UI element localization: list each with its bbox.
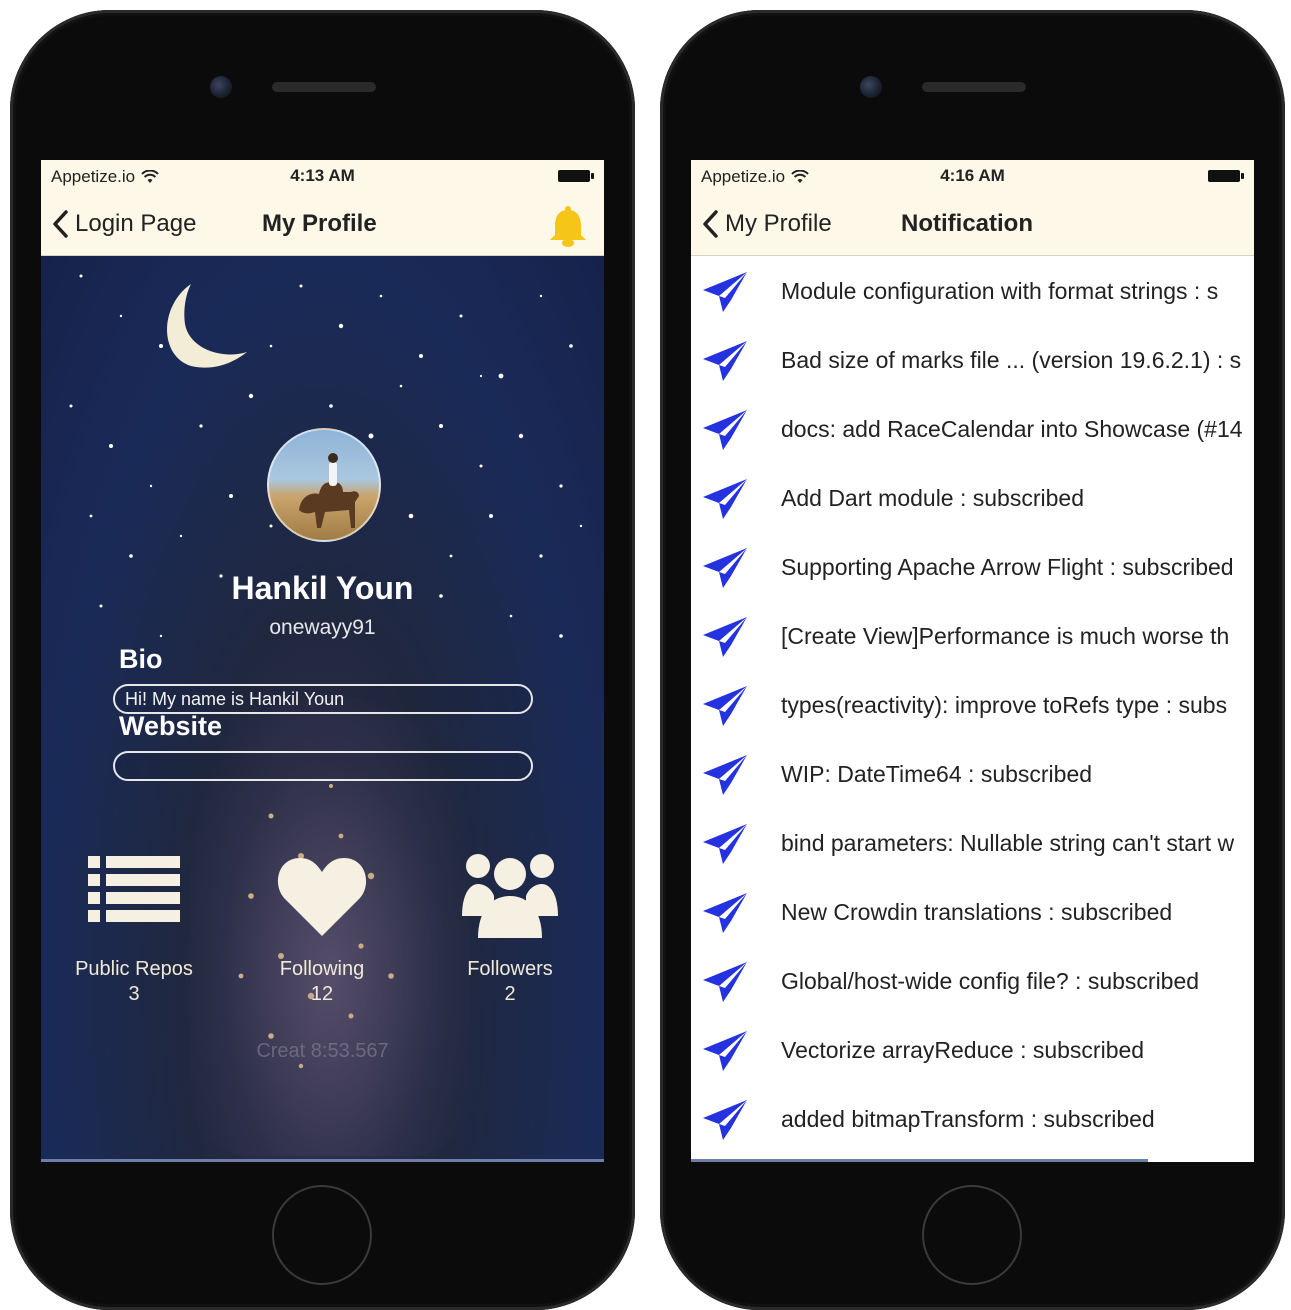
notification-text: New Crowdin translations : subscribed — [781, 899, 1173, 925]
page-title: My Profile — [262, 210, 377, 237]
paper-plane-icon — [703, 961, 747, 1002]
profile-login: onewayy91 — [269, 616, 376, 639]
paper-plane-icon — [703, 892, 747, 933]
chevron-left-icon — [703, 210, 718, 238]
following-count: 12 — [310, 983, 334, 1005]
camel-photo-illustration — [299, 453, 359, 528]
page-title: Notification — [901, 210, 1033, 237]
notification-item[interactable]: Bad size of marks file ... (version 19.6… — [691, 326, 1254, 395]
notification-item[interactable]: New Crowdin translations : subscribed — [691, 878, 1254, 947]
front-camera — [860, 76, 882, 98]
bio-label: Bio — [119, 644, 163, 674]
paper-plane-icon — [703, 340, 747, 381]
back-button[interactable]: My Profile — [701, 192, 832, 256]
notification-item[interactable]: [Create View]Performance is much worse t… — [691, 602, 1254, 671]
notification-item[interactable]: Supporting Apache Arrow Flight : subscri… — [691, 533, 1254, 602]
following-stat[interactable]: Following 12 — [237, 850, 407, 1006]
notification-item[interactable]: Vectorize arrayReduce : subscribed — [691, 1016, 1254, 1085]
public-repos-stat[interactable]: Public Repos 3 — [49, 850, 219, 1006]
public-repos-label: Public Repos — [75, 958, 193, 980]
earpiece-speaker — [272, 82, 376, 92]
notification-item[interactable]: Global/host-wide config file? : subscrib… — [691, 947, 1254, 1016]
back-button-label: My Profile — [725, 210, 832, 237]
bio-field[interactable]: Hi! My name is Hankil Youn — [113, 684, 533, 714]
profile-screen: Appetize.io 4:13 AM Login Page My Profil… — [41, 160, 604, 1162]
website-field[interactable] — [113, 751, 533, 781]
navigation-bar: My Profile Notification — [691, 192, 1254, 256]
notification-text: added bitmapTransform : subscribed — [781, 1106, 1155, 1132]
notification-text: Add Dart module : subscribed — [781, 485, 1084, 511]
paper-plane-icon — [703, 271, 747, 312]
public-repos-count: 3 — [128, 983, 140, 1005]
paper-plane-icon — [703, 409, 747, 450]
paper-plane-icon — [703, 685, 747, 726]
followers-stat[interactable]: Followers 2 — [425, 850, 595, 1006]
notification-list: Module configuration with format strings… — [691, 257, 1254, 1162]
scroll-indicator — [691, 1159, 1148, 1162]
battery-icon — [558, 170, 594, 182]
following-label: Following — [279, 958, 365, 980]
website-label: Website — [119, 711, 223, 741]
front-camera — [210, 76, 232, 98]
bell-icon[interactable] — [546, 204, 590, 248]
paper-plane-icon — [703, 1099, 747, 1140]
phone-frame-notification: Appetize.io 4:16 AM My Profile Notificat… — [660, 10, 1285, 1310]
notification-item[interactable]: bind parameters: Nullable string can't s… — [691, 809, 1254, 878]
chevron-left-icon — [53, 210, 68, 238]
notification-text: Module configuration with format strings… — [781, 278, 1219, 304]
phone-frame-profile: Appetize.io 4:13 AM Login Page My Profil… — [10, 10, 635, 1310]
notification-text: Global/host-wide config file? : subscrib… — [781, 968, 1200, 994]
battery-icon — [1208, 170, 1244, 182]
notification-text: Vectorize arrayReduce : subscribed — [781, 1037, 1145, 1063]
followers-count: 2 — [504, 983, 516, 1005]
clock: 4:16 AM — [940, 166, 1005, 185]
avatar[interactable] — [267, 428, 381, 542]
heart-icon — [277, 858, 367, 936]
notification-item[interactable]: Add Dart module : subscribed — [691, 464, 1254, 533]
notification-text: WIP: DateTime64 : subscribed — [781, 761, 1093, 787]
notification-text: types(reactivity): improve toRefs type :… — [781, 692, 1228, 718]
notification-item[interactable]: Module configuration with format strings… — [691, 257, 1254, 326]
home-button[interactable] — [272, 1185, 372, 1285]
paper-plane-icon — [703, 547, 747, 588]
notification-screen: Appetize.io 4:16 AM My Profile Notificat… — [691, 160, 1254, 1162]
created-at-text: Creat 8:53.567 — [256, 1040, 389, 1062]
notification-text: docs: add RaceCalendar into Showcase (#1… — [781, 416, 1243, 442]
paper-plane-icon — [703, 616, 747, 657]
earpiece-speaker — [922, 82, 1026, 92]
notification-item[interactable]: WIP: DateTime64 : subscribed — [691, 740, 1254, 809]
status-bar: Appetize.io 4:13 AM — [41, 160, 604, 192]
status-bar: Appetize.io 4:16 AM — [691, 160, 1254, 192]
notification-text: Bad size of marks file ... (version 19.6… — [781, 347, 1242, 373]
paper-plane-icon — [703, 823, 747, 864]
notification-text: bind parameters: Nullable string can't s… — [781, 830, 1235, 856]
followers-label: Followers — [467, 958, 553, 980]
paper-plane-icon — [703, 478, 747, 519]
notification-item[interactable]: types(reactivity): improve toRefs type :… — [691, 671, 1254, 740]
back-button-label: Login Page — [75, 210, 197, 237]
navigation-bar: Login Page My Profile — [41, 192, 604, 256]
notification-item[interactable]: docs: add RaceCalendar into Showcase (#1… — [691, 395, 1254, 464]
back-button[interactable]: Login Page — [51, 192, 196, 256]
users-icon — [462, 854, 558, 938]
paper-plane-icon — [703, 1030, 747, 1071]
notification-item[interactable]: added bitmapTransform : subscribed — [691, 1085, 1254, 1154]
clock: 4:13 AM — [290, 166, 355, 185]
list-icon — [88, 856, 180, 922]
home-button[interactable] — [922, 1185, 1022, 1285]
notification-text: [Create View]Performance is much worse t… — [781, 623, 1230, 649]
scroll-indicator — [41, 1159, 604, 1162]
notification-text: Supporting Apache Arrow Flight : subscri… — [781, 554, 1234, 580]
paper-plane-icon — [703, 754, 747, 795]
profile-name: Hankil Youn — [231, 570, 414, 606]
